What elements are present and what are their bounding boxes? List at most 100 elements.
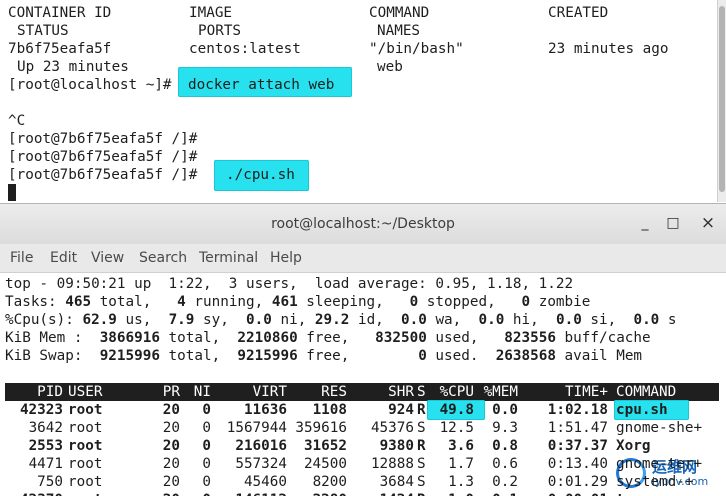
summary-segment: wa, <box>426 312 479 328</box>
cell-pid: 3642 <box>28 420 63 436</box>
cell-command: top <box>616 491 642 496</box>
cell-mem: 0.6 <box>492 456 518 472</box>
process-row: 3642 root 20 0 1567944 359616 45376 S 12.5 9.3 1:5… <box>5 419 719 437</box>
cell-time: 1:51.47 <box>547 420 608 436</box>
cell-shr: 1424 <box>380 491 414 496</box>
window-titlebar[interactable]: root@localhost:~/Desktop _ □ × <box>0 204 726 244</box>
cell-pr: 20 <box>162 456 180 472</box>
cell-user: root <box>68 474 103 490</box>
top-cpu-line: %Cpu(s): 62.9 us, 7.9 sy, 0.0 ni, 29.2 i… <box>5 311 677 329</box>
cell-res: 24500 <box>303 456 347 472</box>
cell-command: gnome-she+ <box>616 420 703 436</box>
summary-segment: KiB Swap: <box>5 348 100 364</box>
top-mem-line: KiB Mem : 3866916 total, 2210860 free, 8… <box>5 329 651 347</box>
maximize-button[interactable]: □ <box>665 214 681 232</box>
summary-segment: 9215996 <box>99 348 160 364</box>
summary-segment: running, <box>185 294 272 310</box>
cell-ni: 0 <box>202 456 211 472</box>
cell-user: root <box>68 438 103 454</box>
cell-shr: 12888 <box>370 456 414 472</box>
top-tasks-line: Tasks: 465 total, 4 running, 461 sleepin… <box>5 293 590 311</box>
cell-time: 0:00.01 <box>548 491 608 496</box>
cell-virt: 557324 <box>235 456 287 472</box>
summary-segment: 0.0 <box>401 312 427 328</box>
summary-segment: 0.0 <box>555 312 582 328</box>
process-row: 750 root 20 0 45460 8200 3684 S 1.3 0.2 0:01.29 sys… <box>5 473 719 491</box>
cell-res: 31652 <box>303 438 347 454</box>
cell-time: 1:02.18 <box>547 402 608 418</box>
summary-segment: 2210860 <box>237 330 298 346</box>
summary-segment: 2638568 <box>495 348 556 364</box>
cell-res: 2280 <box>313 491 347 496</box>
summary-segment: us, <box>116 312 169 328</box>
col-command: COMMAND <box>616 384 677 400</box>
col-ni: NI <box>193 384 211 400</box>
docker-ps-header-command: COMMAND <box>369 5 430 21</box>
cell-mem: 9.3 <box>492 420 518 436</box>
summary-segment: hi, <box>504 312 556 328</box>
cell-user: root <box>68 491 102 496</box>
upper-terminal[interactable]: CONTAINER ID IMAGE COMMAND CREATED STATU… <box>0 0 726 202</box>
process-table-header: PID USER PR NI VIRT RES SHR S %CPU %MEM … <box>5 383 719 401</box>
command-value: "/bin/bash" <box>369 41 464 57</box>
menu-file[interactable]: File <box>10 250 33 266</box>
host-prompt: [root@localhost ~]# <box>8 77 172 93</box>
col-user: USER <box>68 384 103 400</box>
upper-terminal-scrollbar[interactable] <box>717 0 726 202</box>
menu-help[interactable]: Help <box>270 250 302 266</box>
summary-segment: 0 <box>521 294 531 310</box>
docker-ps-header-image: IMAGE <box>189 5 233 21</box>
cell-cpu: 1.3 <box>448 474 474 490</box>
cell-ni: 0 <box>202 420 211 436</box>
cell-mem: 0.1 <box>492 491 518 496</box>
cell-user: root <box>68 456 103 472</box>
cell-state: S <box>417 456 426 472</box>
summary-segment: avail Mem <box>555 348 643 364</box>
summary-segment: 0.0 <box>633 312 660 328</box>
col-mem: %MEM <box>483 384 518 400</box>
menu-edit[interactable]: Edit <box>50 250 77 266</box>
col-time: TIME+ <box>564 384 608 400</box>
image-value: centos:latest <box>189 41 301 57</box>
col-virt: VIRT <box>252 384 287 400</box>
container-id-value: 7b6f75eafa5f <box>8 41 112 57</box>
summary-segment: Tasks: <box>5 294 66 310</box>
summary-segment: 823556 <box>504 330 556 346</box>
menu-view[interactable]: View <box>91 250 124 266</box>
cell-shr: 9380 <box>379 438 414 454</box>
cell-virt: 45460 <box>243 474 287 490</box>
process-row: 42370 root 20 0 146112 2280 1424R 1.0 0.1 0:00.01… <box>5 491 719 496</box>
summary-segment: sy, <box>194 312 247 328</box>
cell-pid: 2553 <box>28 438 63 454</box>
upper-terminal-scrollbar-thumb[interactable] <box>719 6 725 192</box>
cell-user: root <box>68 402 103 418</box>
summary-segment: 9215996 <box>237 348 298 364</box>
summary-segment: free, <box>297 348 419 364</box>
menu-terminal[interactable]: Terminal <box>199 250 258 266</box>
cell-pr: 20 <box>162 474 180 490</box>
summary-segment: 461 <box>271 294 298 310</box>
cell-cpu: 12.5 <box>439 420 474 436</box>
summary-segment: s <box>659 312 677 328</box>
close-button[interactable]: × <box>700 214 716 232</box>
cell-pid: 42323 <box>19 402 63 418</box>
cell-state: S <box>417 420 426 436</box>
summary-segment: 0.0 <box>478 312 505 328</box>
run-command: ./cpu.sh <box>226 167 295 183</box>
cell-mem: 0.8 <box>492 438 518 454</box>
col-shr: SHR <box>388 384 414 400</box>
container-prompt-3: [root@7b6f75eafa5f /]# <box>8 167 198 183</box>
cell-pr: 20 <box>162 438 180 454</box>
summary-segment: sleeping, <box>297 294 410 310</box>
top-output-terminal[interactable]: top - 09:50:21 up 1:22, 3 users, load av… <box>0 273 726 496</box>
menu-search[interactable]: Search <box>139 250 187 266</box>
terminal-window: root@localhost:~/Desktop _ □ × File Edit… <box>0 203 726 496</box>
minimize-button[interactable]: _ <box>637 214 653 232</box>
names-value: web <box>377 59 403 75</box>
cell-user: root <box>68 420 103 436</box>
cell-res: 1108 <box>312 402 347 418</box>
cell-time: 0:37.37 <box>547 438 608 454</box>
created-value: 23 minutes ago <box>548 41 669 57</box>
summary-segment: buff/cache <box>555 330 651 346</box>
summary-segment: 3866916 <box>99 330 160 346</box>
